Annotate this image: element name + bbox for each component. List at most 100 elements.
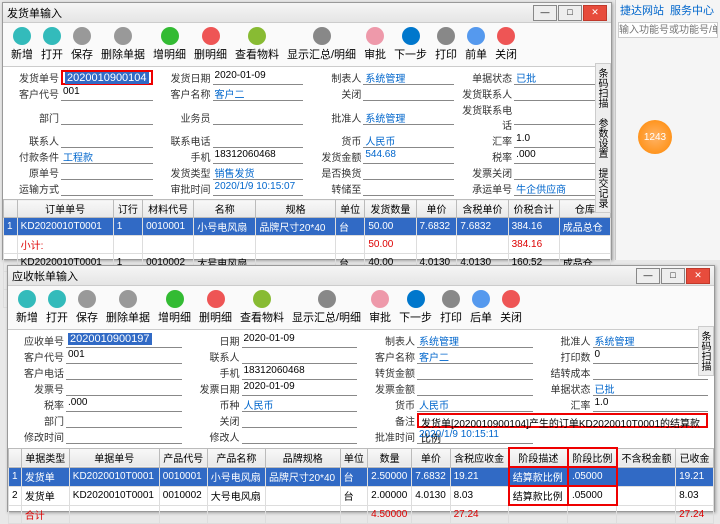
col-2[interactable]: 订行 bbox=[113, 200, 142, 218]
val-pizhunshijian[interactable]: 2020/1/9 10:15:11 bbox=[417, 429, 533, 444]
val-fukuantiaojian[interactable]: 工程款 bbox=[61, 149, 153, 164]
val-kehudaihao[interactable]: 001 bbox=[61, 86, 153, 101]
val-shuilv[interactable]: .000 bbox=[66, 397, 182, 412]
cell[interactable]: 8.03 bbox=[450, 486, 509, 505]
tb-删除单据[interactable]: 删除单据 bbox=[102, 289, 154, 326]
col-7[interactable]: 数量 bbox=[368, 448, 412, 467]
col-9[interactable]: 含税单价 bbox=[457, 200, 508, 218]
cell[interactable]: 0010001 bbox=[159, 467, 207, 486]
cell[interactable] bbox=[568, 505, 617, 523]
cell[interactable]: 品牌尺寸20*40 bbox=[256, 218, 336, 236]
col-4[interactable]: 产品名称 bbox=[207, 448, 265, 467]
val-lianxidianhua[interactable] bbox=[213, 133, 304, 148]
val-fahuolianxidianhua[interactable] bbox=[514, 110, 605, 125]
val-lianxiren[interactable] bbox=[242, 349, 358, 364]
tb-保存[interactable]: 保存 bbox=[67, 26, 97, 63]
cell[interactable]: 台 bbox=[340, 486, 368, 505]
min-btn[interactable]: — bbox=[533, 5, 557, 21]
val-fapiaoguanbi[interactable] bbox=[514, 165, 605, 180]
cell[interactable]: 发货单 bbox=[21, 467, 69, 486]
cell[interactable]: 50.00 bbox=[365, 218, 416, 236]
val-fapiaojine[interactable] bbox=[417, 381, 533, 396]
val-fahuolianxiren[interactable] bbox=[514, 86, 605, 101]
col-10[interactable]: 价税合计 bbox=[508, 200, 559, 218]
cell[interactable]: KD2020010T0001 bbox=[69, 467, 159, 486]
link[interactable]: 服务中心 bbox=[670, 2, 714, 18]
val-kehumingcheng[interactable]: 客户二 bbox=[213, 86, 304, 101]
col-2[interactable]: 单据单号 bbox=[69, 448, 159, 467]
val-shifouhuankuan[interactable] bbox=[363, 165, 454, 180]
col-6[interactable]: 单位 bbox=[340, 448, 368, 467]
col-6[interactable]: 单位 bbox=[335, 200, 364, 218]
val-bizhong[interactable]: 人民币 bbox=[242, 397, 358, 412]
val-danjuzhuangtai[interactable]: 已批 bbox=[593, 381, 709, 396]
cell[interactable] bbox=[113, 236, 142, 254]
cell[interactable]: KD2020010T0001 bbox=[17, 218, 113, 236]
cell[interactable] bbox=[143, 236, 194, 254]
val-chengyundanhao[interactable]: 牛企供应商 bbox=[514, 181, 605, 196]
cell[interactable]: 19.21 bbox=[450, 467, 509, 486]
val-shenpishijian[interactable]: 2020/1/9 10:15:07 bbox=[213, 181, 304, 196]
cell[interactable] bbox=[9, 505, 22, 523]
val-danjuzhuangtai[interactable]: 已批 bbox=[514, 70, 605, 85]
cell[interactable] bbox=[207, 505, 265, 523]
cell[interactable]: 2.50000 bbox=[368, 467, 412, 486]
cell[interactable]: 结算款比例 bbox=[509, 467, 568, 486]
val-huilv[interactable]: 1.0 bbox=[514, 133, 605, 148]
cell[interactable]: 0010001 bbox=[143, 218, 194, 236]
cell[interactable]: 8.03 bbox=[676, 486, 714, 505]
cell[interactable]: 台 bbox=[340, 467, 368, 486]
cell[interactable] bbox=[335, 236, 364, 254]
val-zhidanren[interactable]: 系统管理 bbox=[363, 70, 454, 85]
cell[interactable]: 4.0130 bbox=[412, 486, 450, 505]
cell[interactable]: 小号电风扇 bbox=[194, 218, 256, 236]
cell[interactable]: 50.00 bbox=[365, 236, 416, 254]
val-fahuodanhao[interactable]: 2020010900104 bbox=[61, 70, 153, 85]
cell[interactable] bbox=[69, 505, 159, 523]
cell[interactable] bbox=[256, 236, 336, 254]
val-fahuoleixing[interactable]: 销售发货 bbox=[213, 165, 304, 180]
cell[interactable]: 27.24 bbox=[676, 505, 714, 523]
tb-保存[interactable]: 保存 bbox=[72, 289, 102, 326]
tb-审批[interactable]: 审批 bbox=[360, 26, 390, 63]
col-10[interactable]: 阶段描述 bbox=[509, 448, 568, 467]
orange-badge[interactable]: 1243 bbox=[638, 120, 672, 154]
cell[interactable]: 2.00000 bbox=[368, 486, 412, 505]
col-11[interactable]: 阶段比例 bbox=[568, 448, 617, 467]
val-fapiaohao[interactable] bbox=[66, 381, 182, 396]
cell[interactable] bbox=[265, 505, 340, 523]
cell[interactable]: 1 bbox=[113, 218, 142, 236]
val-huilv[interactable]: 1.0 bbox=[593, 397, 709, 412]
cell[interactable]: 7.6832 bbox=[457, 218, 508, 236]
cell[interactable]: 品牌尺寸20*40 bbox=[265, 467, 340, 486]
col-9[interactable]: 含税应收金 bbox=[450, 448, 509, 467]
cell[interactable]: 0010002 bbox=[159, 486, 207, 505]
col-3[interactable]: 材料代号 bbox=[143, 200, 194, 218]
tb-新增[interactable]: 新增 bbox=[7, 26, 37, 63]
col-1[interactable]: 单据类型 bbox=[21, 448, 69, 467]
val-fahuoriqi[interactable]: 2020-01-09 bbox=[213, 70, 304, 85]
tb-删除单据[interactable]: 删除单据 bbox=[97, 26, 149, 63]
link[interactable]: 捷达网站 bbox=[620, 2, 664, 18]
val-jizhuanchengben[interactable] bbox=[593, 365, 709, 380]
val-shouji[interactable]: 18312060468 bbox=[213, 149, 304, 164]
cell[interactable] bbox=[617, 467, 676, 486]
val-zhidanren[interactable]: 系统管理 bbox=[417, 333, 533, 348]
val-yingshoudanhao[interactable]: 2020010900197 bbox=[66, 333, 182, 348]
cell[interactable] bbox=[457, 236, 508, 254]
col-3[interactable]: 产品代号 bbox=[159, 448, 207, 467]
col-8[interactable]: 单价 bbox=[416, 200, 457, 218]
val-lianxiren[interactable] bbox=[61, 133, 153, 148]
col-0[interactable] bbox=[4, 200, 18, 218]
cell[interactable]: 2 bbox=[9, 486, 22, 505]
tb-显示汇总/明细[interactable]: 显示汇总/明细 bbox=[288, 289, 365, 326]
min-btn[interactable]: — bbox=[636, 268, 660, 284]
cell[interactable] bbox=[617, 505, 676, 523]
cell[interactable]: 合计 bbox=[21, 505, 69, 523]
val-guanbi[interactable] bbox=[242, 413, 358, 428]
cell[interactable]: 384.16 bbox=[508, 236, 559, 254]
cell[interactable] bbox=[159, 505, 207, 523]
cell[interactable]: 大号电风扇 bbox=[207, 486, 265, 505]
val-kehumingcheng[interactable]: 客户二 bbox=[417, 349, 533, 364]
search-input[interactable] bbox=[618, 22, 718, 38]
